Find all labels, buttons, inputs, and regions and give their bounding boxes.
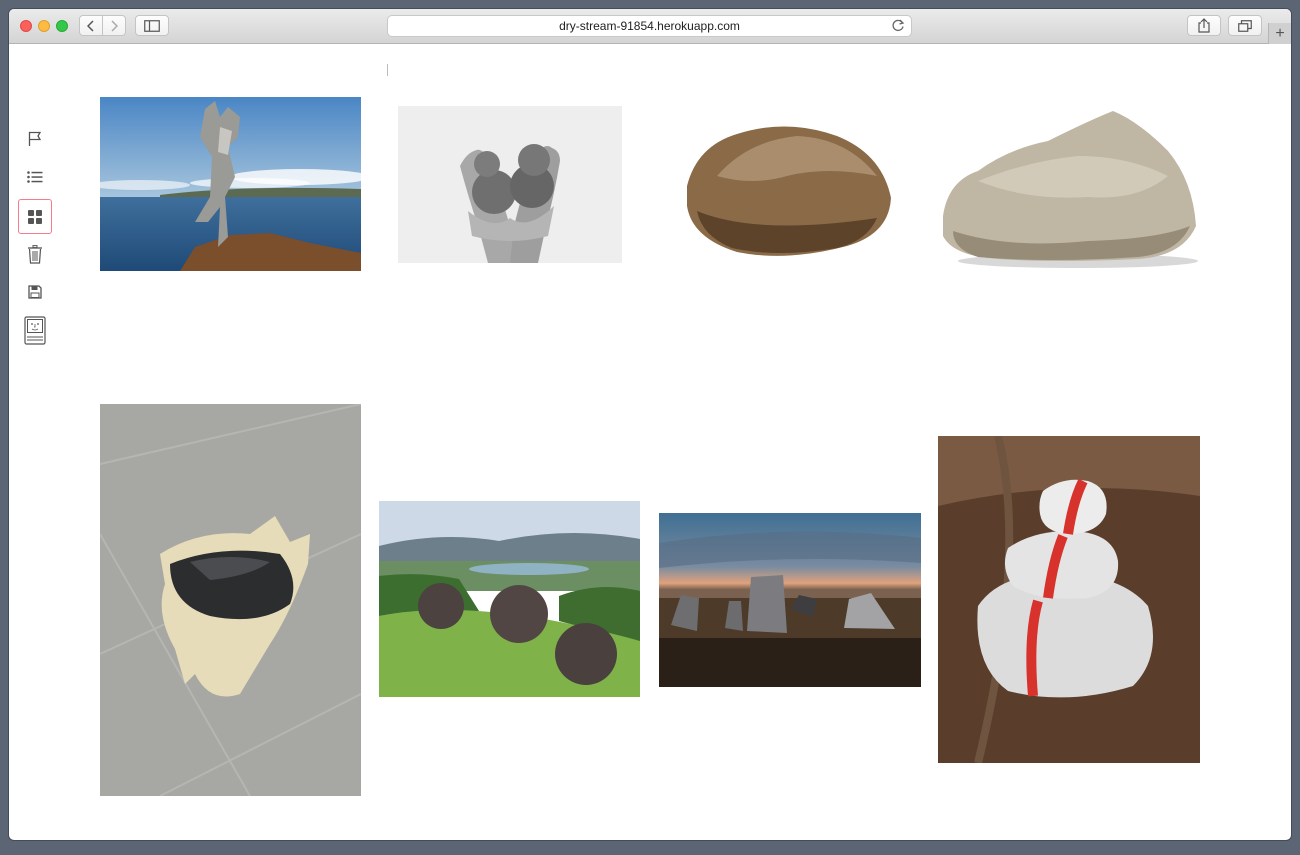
sidebar-toggle-button[interactable] xyxy=(135,15,169,36)
sidebar-item-grid[interactable] xyxy=(18,199,52,234)
tool-sidebar xyxy=(9,44,69,444)
close-window-button[interactable] xyxy=(20,20,32,32)
gallery-image-brown-boulder[interactable] xyxy=(677,106,898,261)
minimize-window-button[interactable] xyxy=(38,20,50,32)
gallery-image-standing-stones[interactable] xyxy=(659,513,921,687)
share-icon xyxy=(1198,18,1210,33)
gallery-image-stone-on-cloth[interactable] xyxy=(100,404,361,796)
gallery-image-stone-sculpture-sea[interactable] xyxy=(100,97,361,271)
flag-icon xyxy=(28,131,42,146)
sidebar-item-list[interactable] xyxy=(19,161,51,193)
chevron-left-icon xyxy=(87,19,94,32)
chevron-right-icon xyxy=(111,19,118,32)
list-icon xyxy=(27,171,43,183)
reload-icon xyxy=(892,19,905,32)
sidebar-item-trash[interactable] xyxy=(19,238,51,270)
gallery-image-hands-holding-stones[interactable] xyxy=(398,106,622,263)
sidebar-icon xyxy=(144,19,160,32)
url-text: dry-stream-91854.herokuapp.com xyxy=(559,19,740,33)
gallery-image-painted-stones[interactable] xyxy=(938,436,1200,763)
gallery-image-rough-rock[interactable] xyxy=(938,101,1200,269)
forward-button[interactable] xyxy=(103,16,125,35)
page-edge-mark xyxy=(386,64,390,76)
trash-icon xyxy=(28,244,42,264)
address-bar[interactable]: dry-stream-91854.herokuapp.com xyxy=(387,15,912,37)
navigation-buttons xyxy=(79,15,126,36)
tabs-icon xyxy=(1238,19,1252,32)
share-button[interactable] xyxy=(1187,15,1221,36)
new-tab-button[interactable]: + xyxy=(1268,23,1291,44)
sidebar-item-flag[interactable] xyxy=(19,123,51,155)
computer-face-icon xyxy=(24,316,46,345)
save-icon xyxy=(28,285,42,299)
browser-window: dry-stream-91854.herokuapp.com + xyxy=(9,9,1291,840)
maximize-window-button[interactable] xyxy=(56,20,68,32)
tabs-overview-button[interactable] xyxy=(1228,15,1262,36)
reload-button[interactable] xyxy=(892,19,905,35)
sidebar-item-computer[interactable] xyxy=(19,313,51,349)
sidebar-item-save[interactable] xyxy=(19,276,51,308)
grid-icon xyxy=(28,209,42,224)
title-bar: dry-stream-91854.herokuapp.com xyxy=(9,9,1291,44)
back-button[interactable] xyxy=(80,16,103,35)
gallery-image-stone-spheres[interactable] xyxy=(379,501,640,697)
